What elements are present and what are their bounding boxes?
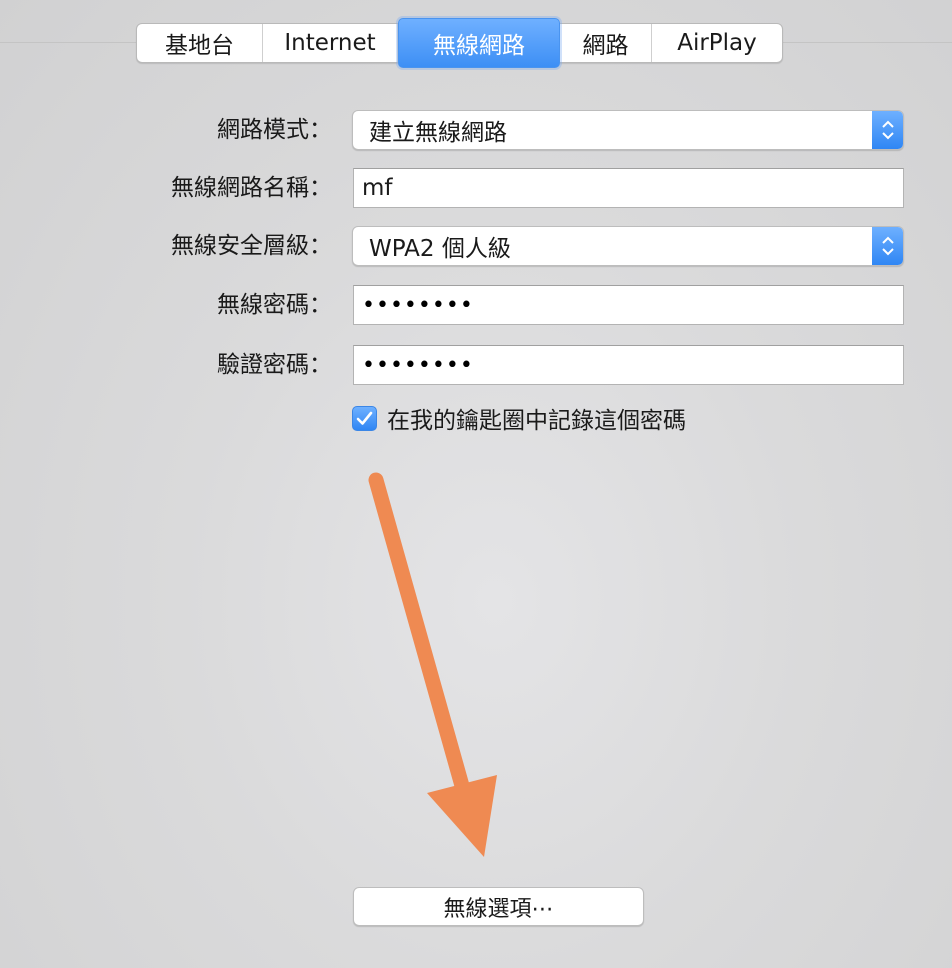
wireless-options-button[interactable]: 無線選項⋯	[353, 887, 644, 926]
arrow-down-icon	[368, 472, 497, 857]
